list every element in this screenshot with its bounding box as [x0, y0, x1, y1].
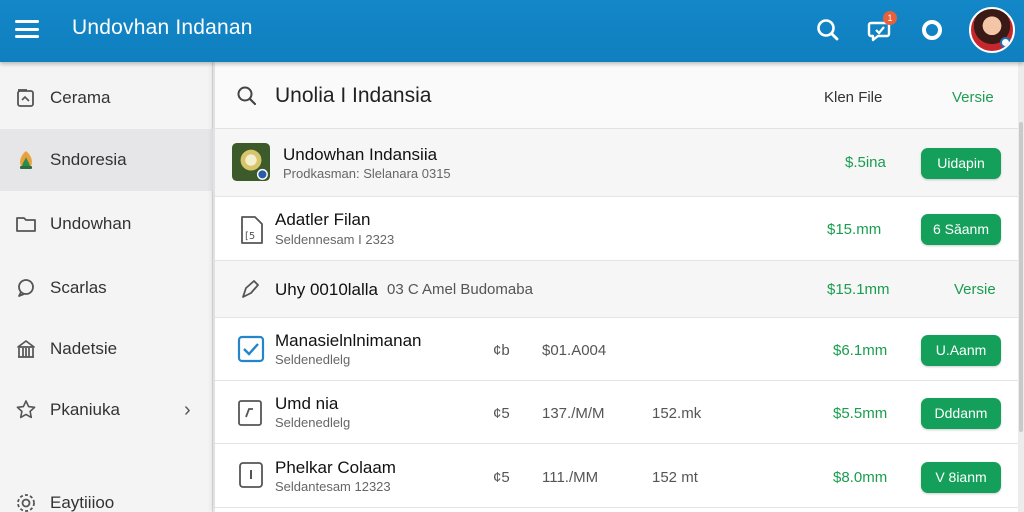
table-row[interactable]: Phelkar Colaam Seldantesam 12323 ¢5 111.…	[215, 444, 1018, 508]
row-price: $15.1mm	[827, 281, 890, 298]
version-link[interactable]: Versie	[952, 89, 994, 106]
row-subtitle: Seldenedlelg	[275, 352, 351, 367]
leaf-icon	[14, 148, 38, 172]
sidebar: Cerama Sndoresia Undowhan Scarlas Nadets…	[0, 62, 213, 512]
table-row[interactable]: Uhy 0010lalla 03 C Amel Budomaba $15.1mm…	[215, 261, 1018, 318]
row-price: $5.5mm	[833, 405, 888, 422]
menu-icon[interactable]	[14, 18, 40, 40]
sidebar-item-cerama[interactable]: Cerama	[0, 67, 213, 129]
main-panel: Unolia I Indansia Klen File Versie Undow…	[215, 62, 1018, 512]
table-row[interactable]: Umd nia Seldenedlelg ¢5 137./M/M 152.mk …	[215, 381, 1018, 444]
document-icon: [5	[233, 211, 271, 249]
notification-badge: 1	[883, 11, 897, 25]
row-title: Umd nia	[275, 394, 339, 413]
table-row[interactable]: Undowhan Indansiia Prodkasman: Slelanara…	[215, 129, 1018, 197]
row-subtitle: Seldennesam I 2323	[275, 232, 395, 247]
row-version-link[interactable]: Versie	[954, 281, 996, 298]
sidebar-item-scarlas[interactable]: Scarlas	[0, 257, 213, 319]
sidebar-item-pkaniuka[interactable]: Pkaniuka ›	[0, 379, 213, 441]
avatar-status-dot	[1000, 37, 1011, 48]
sidebar-item-label: Nadetsie	[50, 339, 118, 358]
row-action-button[interactable]: 6 Săanm	[921, 214, 1001, 245]
row-title: Uhy 0010lalla	[275, 280, 379, 299]
row-subtitle: Prodkasman: Slelanara 0315	[283, 166, 451, 181]
row-subtitle: Seldantesam 12323	[275, 479, 391, 494]
app-title: Undovhan Indanan	[72, 16, 253, 39]
sidebar-item-label: Pkaniuka	[50, 400, 120, 419]
app-bar: Undovhan Indanan 1	[0, 0, 1024, 62]
tablet-icon	[233, 456, 271, 494]
row-subtitle: 03 C Amel Budomaba	[387, 281, 533, 298]
pencil-doc-icon	[233, 393, 271, 431]
row-subtitle: Seldenedlelg	[275, 415, 351, 430]
sidebar-item-sndoresia[interactable]: Sndoresia	[0, 129, 213, 191]
row-title: Undowhan Indansiia	[283, 145, 438, 164]
row-price: $.5ina	[845, 154, 886, 171]
sidebar-item-label: Cerama	[50, 88, 111, 107]
row-col-2: 137./M/M	[542, 405, 605, 422]
sidebar-item-label: Eaytiiioo	[50, 493, 115, 512]
row-action-button[interactable]: Dddanm	[921, 398, 1001, 429]
row-action-button[interactable]: U.Aanm	[921, 335, 1001, 366]
row-title: Phelkar Colaam	[275, 458, 396, 477]
sidebar-item-eaytiiioo[interactable]: Eaytiiioo	[0, 472, 213, 512]
edit-icon	[233, 271, 271, 309]
row-price: $6.1mm	[833, 342, 888, 359]
gear-icon	[14, 491, 38, 512]
row-price: $8.0mm	[833, 469, 888, 486]
toolbar: Unolia I Indansia Klen File Versie	[215, 62, 1018, 129]
circle-icon[interactable]	[917, 15, 947, 45]
row-action-button[interactable]: Uidapin	[921, 148, 1001, 179]
row-price: $15.mm	[827, 221, 882, 238]
folder-icon	[14, 212, 38, 236]
scrollbar-thumb[interactable]	[1019, 122, 1023, 432]
avatar[interactable]	[969, 7, 1015, 53]
svg-text:[5: [5	[245, 231, 255, 242]
row-col-1: ¢5	[493, 405, 510, 422]
row-col-1: ¢5	[493, 469, 510, 486]
chevron-right-icon: ›	[184, 398, 191, 421]
row-col-3: 152 mt	[652, 469, 698, 486]
app-thumbnail-icon	[232, 143, 272, 183]
building-icon	[14, 337, 38, 361]
sidebar-item-label: Sndoresia	[50, 150, 127, 169]
row-col-2: 111./MM	[542, 469, 599, 486]
file-link[interactable]: Klen File	[824, 89, 882, 106]
row-col-3: 152.mk	[652, 405, 702, 422]
notifications-button[interactable]: 1	[865, 11, 897, 45]
search-input[interactable]: Unolia I Indansia	[275, 84, 431, 108]
search-icon[interactable]	[235, 84, 259, 108]
table-row[interactable]: Manasielnlnimanan Seldenedlelg ¢b $01.A0…	[215, 318, 1018, 381]
row-title: Adatler Filan	[275, 210, 371, 229]
table-row[interactable]: [5 Adatler Filan Seldennesam I 2323 $15.…	[215, 197, 1018, 261]
row-title: Manasielnlnimanan	[275, 331, 422, 350]
star-icon	[14, 398, 38, 422]
sidebar-item-label: Undowhan	[50, 214, 132, 233]
sidebar-item-label: Scarlas	[50, 278, 107, 297]
checkbox-icon	[233, 330, 271, 368]
chat-icon	[14, 276, 38, 300]
search-icon[interactable]	[813, 15, 843, 45]
sidebar-item-undowhan[interactable]: Undowhan	[0, 193, 213, 255]
row-action-button[interactable]: V 8ianm	[921, 462, 1001, 493]
gallery-icon	[14, 86, 38, 110]
row-col-2: $01.A004	[542, 342, 607, 359]
row-col-1: ¢b	[493, 342, 510, 359]
sidebar-item-nadetsie[interactable]: Nadetsie	[0, 318, 213, 380]
